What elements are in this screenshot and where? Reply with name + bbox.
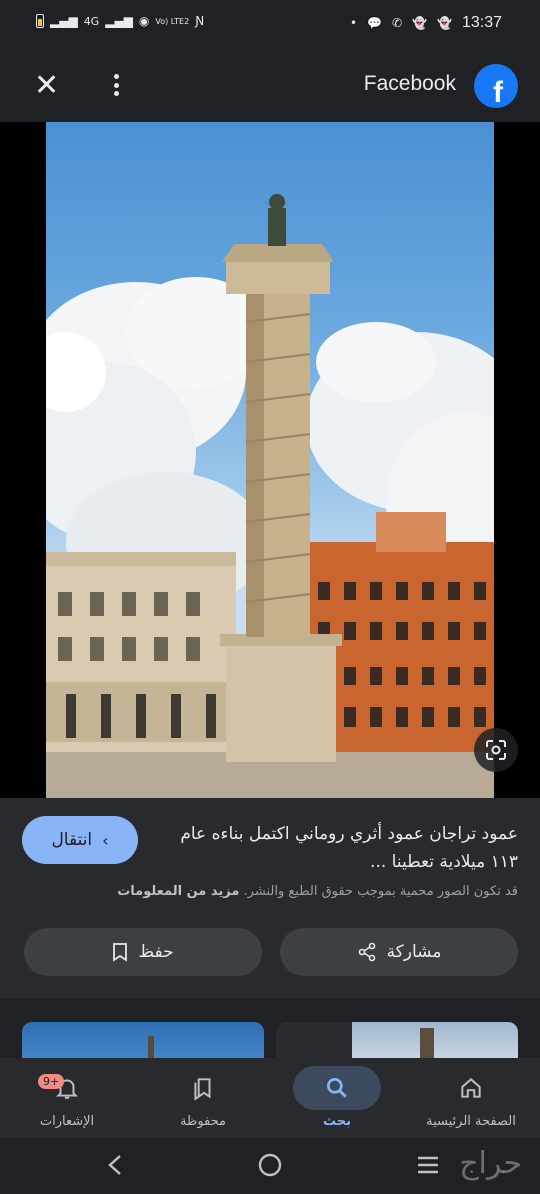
close-icon[interactable]: ✕	[34, 71, 64, 102]
viewer-top-bar: ✕ Facebook f	[0, 50, 540, 122]
system-navigation-bar: حراج	[0, 1138, 540, 1194]
snapchat-icon-2: 👻	[437, 16, 452, 30]
related-thumbnail[interactable]	[276, 1022, 518, 1060]
status-bar: ▂▄▆ 4G ▂▄▆ ◉ Vo) LTE2 Ɲ • 💬 ✆ 👻 👻 13:37	[0, 0, 540, 50]
visit-label: انتقال	[51, 830, 93, 850]
save-label: حفظ	[138, 942, 174, 962]
image-info-panel: انتقال ‹ عمود تراجان عمود أثري روماني اك…	[0, 798, 540, 998]
search-icon	[327, 1078, 347, 1098]
facebook-logo-icon[interactable]: f	[474, 64, 518, 108]
status-right: • 💬 ✆ 👻 👻 13:37	[350, 14, 502, 32]
bookmark-icon	[113, 943, 128, 962]
signal-icon: ▂▄▆	[50, 14, 78, 28]
lens-icon	[486, 740, 506, 760]
message-icon: 💬	[367, 16, 382, 30]
related-images	[0, 998, 540, 1060]
visit-button[interactable]: انتقال ‹	[22, 816, 138, 864]
dot-icon: •	[349, 16, 358, 30]
watermark-logo: حراج	[459, 1146, 522, 1181]
bookmarks-icon	[194, 1078, 211, 1101]
nav-home-label: الصفحة الرئيسية	[426, 1114, 516, 1129]
share-icon	[358, 942, 375, 962]
copyright-notice: قد تكون الصور محمية بموجب حقوق الطبع وال…	[18, 884, 518, 899]
signal-icon-2: ▂▄▆	[105, 14, 133, 28]
lens-search-button[interactable]	[474, 728, 518, 772]
hotspot-icon: ◉	[138, 14, 150, 28]
image-preview-area	[0, 122, 540, 798]
bottom-navigation: الصفحة الرئيسية بحث محفوظة 9+ الإشعارات	[0, 1058, 540, 1138]
nav-search-label: بحث	[322, 1114, 351, 1129]
nfc-icon: Ɲ	[195, 14, 205, 28]
network-label: 4G	[83, 14, 100, 28]
more-options-icon[interactable]	[106, 70, 126, 100]
nav-notifications[interactable]: 9+ الإشعارات	[2, 1066, 132, 1138]
nav-search[interactable]: بحث	[272, 1066, 402, 1138]
nav-saved-label: محفوظة	[180, 1114, 226, 1129]
copyright-text: قد تكون الصور محمية بموجب حقوق الطبع وال…	[243, 884, 518, 899]
nav-notifications-label: الإشعارات	[39, 1114, 95, 1129]
image-title[interactable]: عمود تراجان عمود أثري روماني اكتمل بناءه…	[178, 820, 518, 876]
home-icon	[461, 1078, 481, 1098]
column-photo-illustration	[46, 194, 494, 798]
volte-label: Vo) LTE2	[155, 16, 190, 26]
chevron-left-icon: ‹	[102, 830, 109, 850]
source-name[interactable]: Facebook	[364, 72, 456, 96]
snapchat-icon: 👻	[412, 16, 427, 30]
status-left: ▂▄▆ 4G ▂▄▆ ◉ Vo) LTE2 Ɲ	[36, 14, 204, 28]
related-thumbnail[interactable]	[22, 1022, 264, 1060]
column-photo[interactable]	[46, 122, 494, 798]
battery-icon	[36, 14, 44, 28]
notification-badge: 9+	[38, 1074, 65, 1089]
share-label: مشاركة	[386, 942, 442, 962]
whatsapp-icon: ✆	[391, 16, 403, 30]
clock: 13:37	[461, 14, 502, 31]
share-button[interactable]: مشاركة	[280, 928, 518, 976]
nav-home[interactable]: الصفحة الرئيسية	[406, 1066, 536, 1138]
save-button[interactable]: حفظ	[24, 928, 262, 976]
more-info-link[interactable]: مزيد من المعلومات	[117, 884, 239, 899]
nav-saved[interactable]: محفوظة	[138, 1066, 268, 1138]
